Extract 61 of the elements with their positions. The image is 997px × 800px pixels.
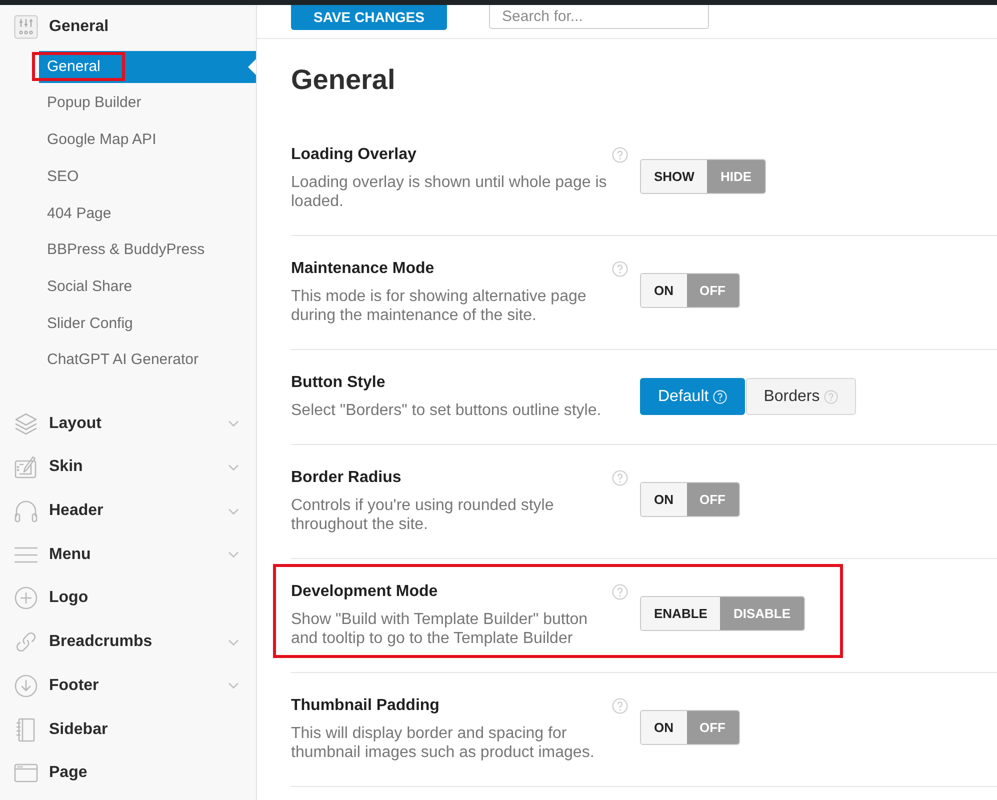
sliders-icon [14, 14, 38, 39]
style-option[interactable]: Borders [746, 378, 856, 415]
help-icon[interactable] [612, 470, 628, 486]
headphones-icon [14, 499, 38, 524]
sidebar-menu-item[interactable]: Page [0, 751, 256, 796]
setting-description: Controls if you're using rounded style throughout the site. [291, 496, 555, 534]
page-title: General [291, 63, 396, 97]
sidebar-submenu-item[interactable]: BBPress & BuddyPress [47, 234, 205, 266]
sidebar-submenu-item[interactable]: Social Share [47, 271, 132, 304]
setting-description: This mode is for showing alternative page during the maintenance of the site. [291, 287, 588, 325]
help-icon[interactable] [612, 261, 628, 277]
toggle-option[interactable]: ENABLE [641, 597, 720, 630]
plus-circle-icon [14, 586, 38, 610]
help-icon[interactable] [612, 147, 628, 163]
setting-description: Select "Borders" to set buttons outline style. [291, 401, 602, 420]
sidebar-menu-item[interactable]: Skin [0, 446, 256, 490]
chevron-down-icon [228, 508, 239, 515]
setting-title: Loading Overlay [291, 145, 416, 165]
toggle-option[interactable]: ON [641, 483, 686, 516]
help-icon[interactable] [612, 584, 628, 600]
sidebar-menu-item[interactable]: Menu [0, 532, 256, 577]
chevron-down-icon [228, 420, 239, 428]
sidebar-menu-item[interactable]: Layout [0, 402, 256, 446]
layers-icon [14, 412, 38, 436]
style-option[interactable]: Default [640, 378, 745, 415]
sidebar-submenu-item[interactable]: General [39, 51, 256, 84]
toggle-option[interactable]: ON [641, 274, 686, 307]
sidebar-submenu-item[interactable]: Popup Builder [47, 88, 142, 120]
chevron-down-icon [228, 638, 239, 646]
help-icon[interactable] [824, 390, 838, 404]
sidebar-submenu-item[interactable]: 404 Page [47, 198, 112, 230]
toggle-option[interactable]: SHOW [641, 160, 708, 193]
setting-description: This will display border and spacing for thumbnail images such as product images. [291, 724, 596, 762]
toggle-option[interactable]: ON [641, 711, 686, 744]
setting-title: Maintenance Mode [291, 259, 434, 279]
setting-description: Loading overlay is shown until whole page is loaded. [291, 173, 608, 211]
link-icon [14, 630, 38, 654]
sidebar-menu-item[interactable]: Header [0, 489, 256, 533]
setting-description: Show "Build with Template Builder" button and tooltip to go to the Template Builder [291, 610, 589, 648]
chevron-down-icon [228, 464, 239, 471]
help-icon[interactable] [612, 698, 628, 714]
chevron-down-icon [228, 682, 239, 690]
save-button[interactable]: SAVE CHANGES [291, 5, 447, 30]
sidebar-menu-item[interactable]: Breadcrumbs [0, 620, 256, 664]
setting-title: Thumbnail Padding [291, 696, 440, 716]
arrow-down-circle-icon [14, 674, 38, 698]
sidebar-submenu-item[interactable]: ChatGPT AI Generator [47, 344, 198, 377]
chevron-down-icon [228, 551, 239, 558]
setting-title: Border Radius [291, 468, 402, 488]
sidebar-submenu-item[interactable]: SEO [47, 161, 79, 194]
setting-title: Development Mode [291, 582, 438, 602]
sidebar-submenu-item[interactable]: Google Map API [47, 124, 156, 156]
tablet-pen-icon [14, 455, 38, 480]
sidebar-submenu-item[interactable]: Slider Config [47, 308, 133, 340]
sidebar-menu-item[interactable]: Footer [0, 664, 256, 708]
help-icon[interactable] [712, 390, 727, 404]
sidebar-menu-item[interactable]: Sidebar [0, 708, 256, 752]
setting-title: Button Style [291, 373, 386, 393]
sidebar-menu-item[interactable]: Logo [0, 576, 256, 620]
sidebar-menu-item[interactable]: General [0, 5, 256, 49]
search-field[interactable]: Search for... [489, 5, 709, 29]
